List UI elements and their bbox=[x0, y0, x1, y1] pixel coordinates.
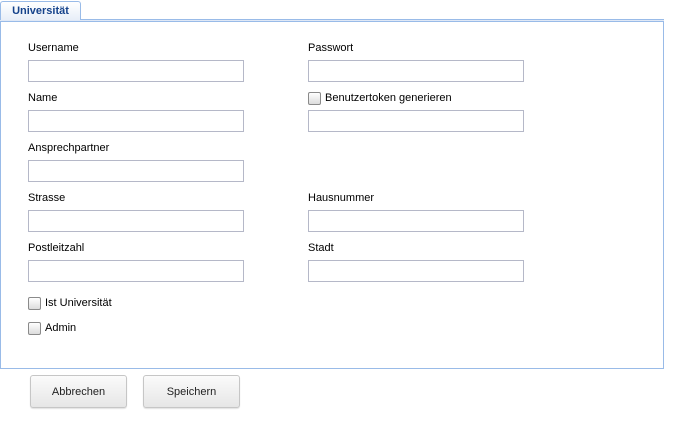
benutzertoken-checkbox[interactable] bbox=[308, 92, 321, 105]
passwort-label: Passwort bbox=[308, 42, 354, 54]
strasse-field[interactable] bbox=[28, 210, 244, 232]
passwort-field[interactable] bbox=[308, 60, 524, 82]
postleitzahl-field[interactable] bbox=[28, 260, 244, 282]
ansprechpartner-field[interactable] bbox=[28, 160, 244, 182]
ist-universitaet-checkbox[interactable] bbox=[28, 297, 41, 310]
stadt-label: Stadt bbox=[308, 242, 334, 254]
stadt-field[interactable] bbox=[308, 260, 524, 282]
admin-checkbox[interactable] bbox=[28, 322, 41, 335]
hausnummer-label: Hausnummer bbox=[308, 192, 375, 204]
tab-label: Universität bbox=[12, 5, 69, 17]
benutzertoken-field[interactable] bbox=[308, 110, 524, 132]
hausnummer-field[interactable] bbox=[308, 210, 524, 232]
ansprechpartner-label: Ansprechpartner bbox=[28, 142, 110, 154]
name-field[interactable] bbox=[28, 110, 244, 132]
username-label: Username bbox=[28, 42, 79, 54]
postleitzahl-label: Postleitzahl bbox=[28, 242, 85, 254]
ist-universitaet-label: Ist Universität bbox=[45, 297, 112, 309]
benutzertoken-label: Benutzertoken generieren bbox=[325, 92, 452, 104]
form-panel: Username Passwort Name Benutzertoken gen… bbox=[0, 22, 664, 369]
admin-label: Admin bbox=[45, 322, 77, 334]
name-label: Name bbox=[28, 92, 58, 104]
username-field[interactable] bbox=[28, 60, 244, 82]
cancel-button[interactable]: Abbrechen bbox=[30, 375, 127, 408]
tab-universitaet[interactable]: Universität bbox=[0, 1, 81, 20]
strasse-label: Strasse bbox=[28, 192, 66, 204]
save-button[interactable]: Speichern bbox=[143, 375, 240, 408]
